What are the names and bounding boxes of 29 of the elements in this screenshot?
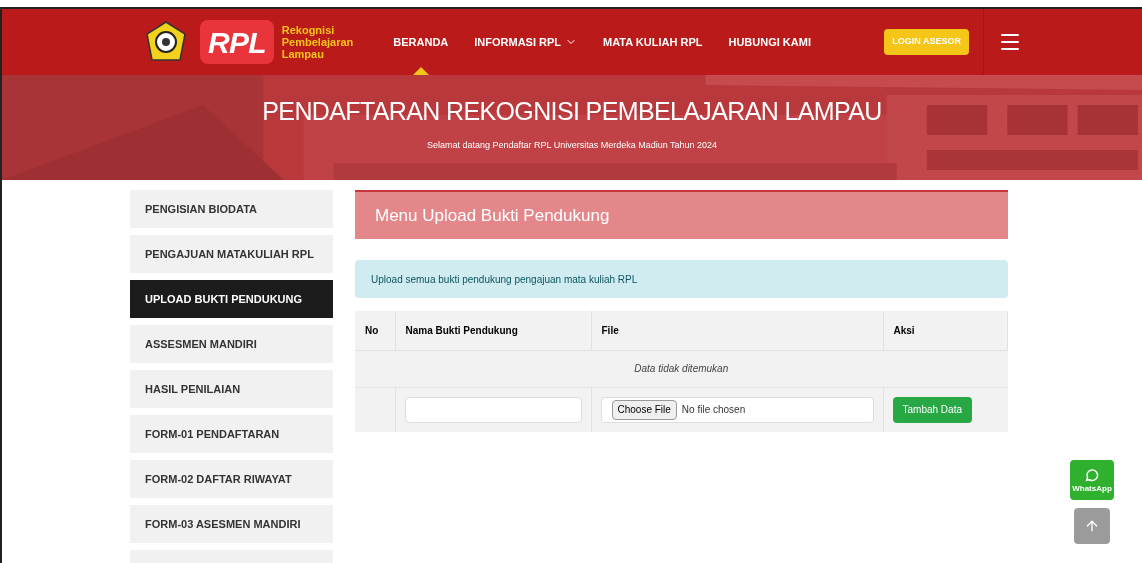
sidebar-item[interactable]: UPLOAD BUKTI PENDUKUNG <box>130 280 333 318</box>
hero-subtitle: Selamat datang Pendaftar RPL Universitas Merdeka Madiun Tahun 2024 <box>426 138 718 152</box>
empty-message: Data tidak ditemukan <box>634 363 729 374</box>
university-emblem-icon <box>144 20 188 64</box>
sidebar-item[interactable]: ASSESMEN MANDIRI <box>130 325 333 363</box>
file-status: No file chosen <box>681 403 746 418</box>
rpl-logo[interactable]: RPL <box>200 20 274 64</box>
nav-link[interactable]: INFORMASI RPL <box>474 9 578 75</box>
choose-file-button[interactable]: Choose File <box>611 399 677 420</box>
column-header: Nama Bukti Pendukung <box>395 311 591 350</box>
logo-caption: Rekognisi Pembelajaran Lampau <box>281 24 354 60</box>
sidebar-item[interactable]: FORM-01 PENDAFTARAN <box>130 415 333 453</box>
file-input-field[interactable]: Choose File No file chosen <box>600 396 874 423</box>
hero-title: PENDAFTARAN REKOGNISI PEMBELAJARAN LAMPAU <box>262 96 882 127</box>
chat-bubble-icon <box>1084 467 1100 483</box>
sidebar-item[interactable]: FORM-03 ASESMEN MANDIRI <box>130 505 333 543</box>
column-header: File <box>591 311 883 350</box>
info-alert: Upload semua bukti pendukung pengajuan mata kuliah RPL <box>355 260 1008 298</box>
nav-link[interactable]: MATA KULIAH RPL <box>603 9 703 75</box>
sidebar-item[interactable]: HASIL PENILAIAN <box>130 370 333 408</box>
sidebar-item[interactable]: PENGAJUAN MATAKULIAH RPL <box>130 235 333 273</box>
scroll-top-button[interactable] <box>1074 508 1110 544</box>
nav-link[interactable]: HUBUNGI KAMI <box>728 9 811 75</box>
sidebar-item[interactable]: PENGISIAN BIODATA <box>130 190 333 228</box>
sidebar-item[interactable]: FORM-02 DAFTAR RIWAYAT <box>130 460 333 498</box>
name-input-field[interactable] <box>404 396 582 423</box>
column-header: Aksi <box>883 311 1008 350</box>
panel-header: Menu Upload Bukti Pendukung <box>355 190 1008 239</box>
column-header: No <box>355 311 395 350</box>
